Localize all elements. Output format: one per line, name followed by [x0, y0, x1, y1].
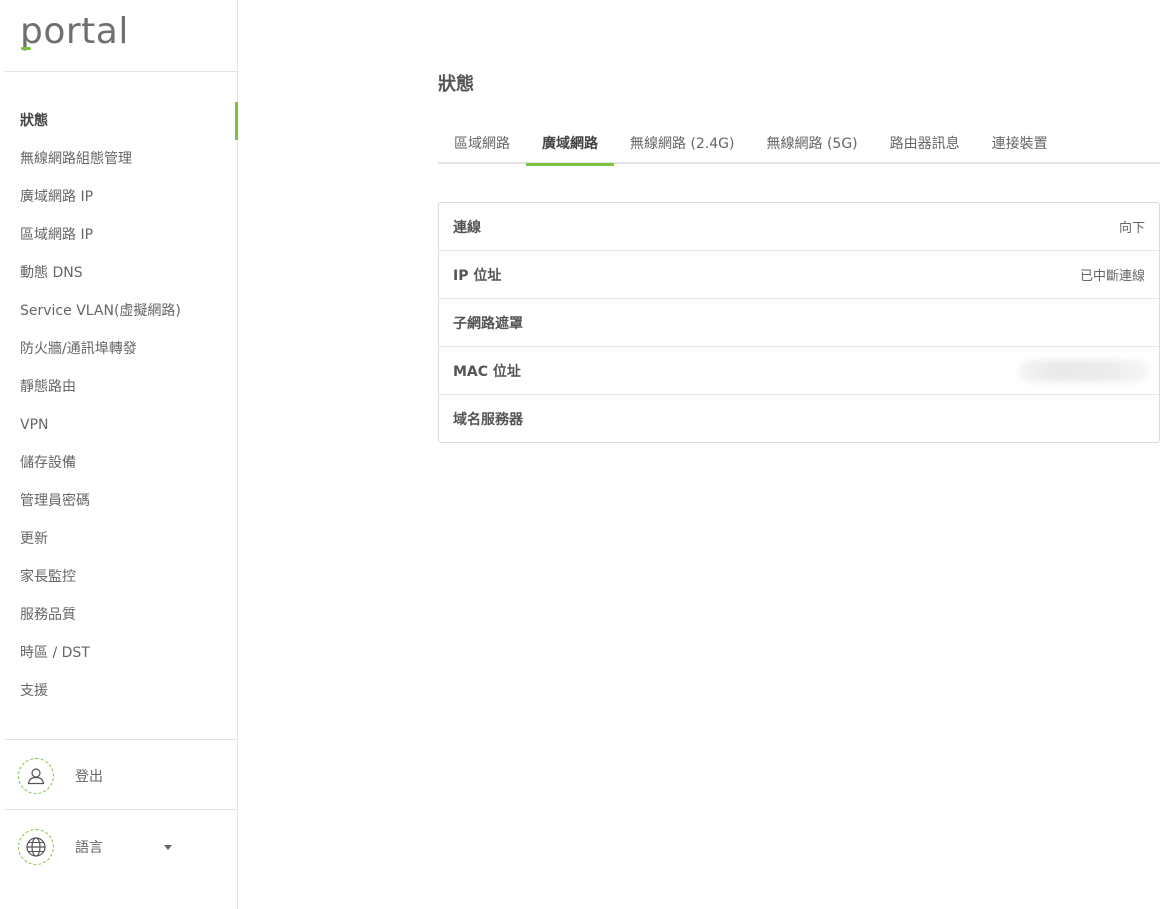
status-tabs: 區域網路 廣域網路 無線網路 (2.4G) 無線網路 (5G) 路由器訊息 連接…: [438, 125, 1160, 166]
sidebar-divider: [4, 739, 237, 740]
logout-button[interactable]: 登出: [18, 757, 103, 795]
tab-lan[interactable]: 區域網路: [438, 125, 526, 164]
row-label: MAC 位址: [453, 363, 521, 380]
sidebar-item-wan-ip[interactable]: 廣域網路 IP: [0, 178, 238, 216]
row-label: 域名服務器: [453, 411, 523, 428]
table-row: MAC 位址: [439, 347, 1159, 395]
tab-wireless-5g[interactable]: 無線網路 (5G): [751, 125, 874, 164]
main-content: 狀態 區域網路 廣域網路 無線網路 (2.4G) 無線網路 (5G) 路由器訊息…: [238, 0, 1173, 909]
tab-wireless-24g[interactable]: 無線網路 (2.4G): [614, 125, 751, 164]
sidebar: portal 狀態 無線網路組態管理 廣域網路 IP 區域網路 IP 動態 DN…: [0, 0, 238, 909]
language-label: 語言: [75, 840, 103, 856]
sidebar-divider: [4, 809, 237, 810]
logo-accent-mark: [21, 47, 31, 50]
sidebar-item-support[interactable]: 支援: [0, 672, 238, 710]
row-value: 向下: [1118, 221, 1145, 236]
sidebar-item-service-vlan[interactable]: Service VLAN(虛擬網路): [0, 292, 238, 330]
table-row: IP 位址 已中斷連線: [439, 251, 1159, 299]
redacted-mac-value: [1019, 359, 1149, 382]
row-value: 已中斷連線: [1079, 269, 1145, 284]
row-label: 連線: [453, 219, 481, 236]
chevron-down-icon: [164, 845, 172, 850]
table-row: 連線 向下: [439, 203, 1159, 251]
sidebar-item-vpn[interactable]: VPN: [0, 406, 238, 444]
sidebar-item-storage[interactable]: 儲存設備: [0, 444, 238, 482]
page-title: 狀態: [438, 74, 474, 95]
sidebar-item-ddns[interactable]: 動態 DNS: [0, 254, 238, 292]
tab-connected-devices[interactable]: 連接裝置: [976, 125, 1064, 164]
sidebar-item-wireless-config[interactable]: 無線網路組態管理: [0, 140, 238, 178]
sidebar-item-lan-ip[interactable]: 區域網路 IP: [0, 216, 238, 254]
logout-label: 登出: [75, 769, 103, 785]
table-row: 子網路遮罩: [439, 299, 1159, 347]
sidebar-divider: [4, 71, 237, 72]
sidebar-nav: 狀態 無線網路組態管理 廣域網路 IP 區域網路 IP 動態 DNS Servi…: [0, 102, 238, 710]
row-label: 子網路遮罩: [453, 315, 523, 332]
language-select[interactable]: 語言: [18, 828, 218, 866]
sidebar-item-status[interactable]: 狀態: [0, 102, 238, 140]
sidebar-item-firewall[interactable]: 防火牆/通訊埠轉發: [0, 330, 238, 368]
sidebar-item-update[interactable]: 更新: [0, 520, 238, 558]
user-icon: [18, 758, 54, 794]
tab-wan[interactable]: 廣域網路: [526, 125, 614, 166]
wan-status-panel: 連線 向下 IP 位址 已中斷連線 子網路遮罩 MAC 位址 域名服務器: [438, 202, 1160, 443]
tab-router-info[interactable]: 路由器訊息: [874, 125, 976, 164]
portal-logo: portal: [20, 11, 129, 52]
globe-icon: [18, 829, 54, 865]
sidebar-item-admin-password[interactable]: 管理員密碼: [0, 482, 238, 520]
sidebar-item-parental-control[interactable]: 家長監控: [0, 558, 238, 596]
row-label: IP 位址: [453, 267, 502, 284]
sidebar-item-static-route[interactable]: 靜態路由: [0, 368, 238, 406]
sidebar-item-timezone[interactable]: 時區 / DST: [0, 634, 238, 672]
table-row: 域名服務器: [439, 395, 1159, 442]
app-root: portal 狀態 無線網路組態管理 廣域網路 IP 區域網路 IP 動態 DN…: [0, 0, 1173, 909]
sidebar-item-qos[interactable]: 服務品質: [0, 596, 238, 634]
